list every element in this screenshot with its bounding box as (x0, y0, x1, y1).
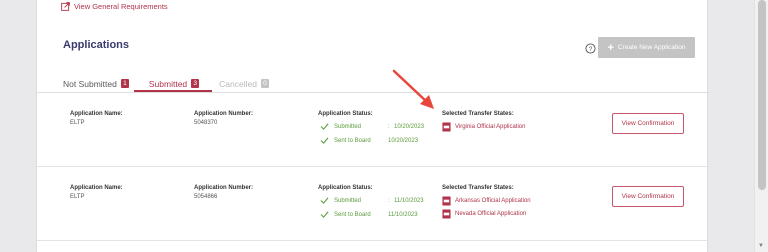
scroll-down-arrow-icon[interactable]: ▼ (758, 243, 764, 249)
status-label: Sent to Board (334, 137, 371, 144)
status-submitted: Submitted : 10/20/2023 (320, 123, 424, 130)
application-number-label: Application Number: (194, 185, 254, 191)
plus-icon: + (607, 41, 614, 54)
count-badge: 3 (191, 79, 200, 88)
application-name-value: ELTP (70, 194, 85, 200)
view-general-requirements-link[interactable]: View General Requirements (61, 2, 168, 11)
svg-text:?: ? (589, 46, 593, 53)
application-number-value: 5054866 (194, 194, 218, 200)
application-number-value: 5048370 (194, 120, 218, 126)
application-tabs: Not Submitted 1 Submitted 3 Cancelled 0 (63, 76, 289, 91)
status-label: Submitted (334, 197, 362, 204)
state-application-label: Virginia Official Application (455, 124, 526, 130)
count-badge: 0 (260, 79, 269, 88)
view-confirmation-button[interactable]: View Confirmation (612, 113, 684, 134)
view-confirmation-button[interactable]: View Confirmation (612, 186, 684, 207)
application-name-value: ELTP (70, 120, 85, 126)
status-date: 10/20/2023 (388, 137, 419, 144)
help-icon[interactable]: ? (585, 43, 596, 54)
create-new-application-label: Create New Application (617, 44, 686, 51)
status-date: 11/10/2023 (394, 197, 424, 204)
tab-label: Submitted (148, 78, 188, 89)
status-date: 10/20/2023 (394, 123, 425, 130)
row-divider (37, 166, 709, 167)
page-title: Applications (63, 39, 130, 51)
tab-divider (37, 92, 709, 93)
create-new-application-button[interactable]: + Create New Application (598, 37, 695, 58)
application-number-label: Application Number: (194, 111, 254, 117)
state-application-link[interactable]: Nevada Official Application (442, 209, 526, 219)
status-label: Submitted (334, 123, 362, 130)
pdf-icon (442, 209, 451, 219)
tab-label: Cancelled (219, 78, 257, 89)
state-application-link[interactable]: Arkansas Official Application (442, 196, 531, 206)
view-general-requirements-label: View General Requirements (74, 2, 168, 11)
state-application-label: Nevada Official Application (455, 211, 527, 217)
status-sent-to-board: Sent to Board 11/10/2023 (320, 211, 418, 218)
check-icon (320, 123, 329, 130)
tab-not-submitted[interactable]: Not Submitted 1 (63, 76, 129, 91)
row-divider (37, 240, 709, 241)
check-icon (320, 137, 329, 144)
status-submitted: Submitted : 11/10/2023 (320, 197, 424, 204)
pdf-icon (442, 196, 451, 206)
state-application-label: Arkansas Official Application (455, 198, 531, 204)
tab-label: Not Submitted (63, 78, 117, 89)
applications-panel: View General Requirements Applications ?… (36, 0, 709, 252)
tab-submitted[interactable]: Submitted 3 (148, 76, 200, 91)
vertical-scrollbar[interactable]: ▼ (754, 0, 768, 252)
check-icon (320, 211, 329, 218)
application-status-label: Application Status: (318, 111, 373, 117)
transfer-states-label: Selected Transfer States: (442, 185, 514, 191)
application-name-label: Application Name: (70, 185, 123, 191)
scrollbar-thumb[interactable] (758, 0, 766, 190)
status-date: 11/10/2023 (388, 211, 418, 218)
application-status-label: Application Status: (318, 185, 373, 191)
count-badge: 1 (120, 79, 129, 88)
application-name-label: Application Name: (70, 111, 123, 117)
status-sent-to-board: Sent to Board 10/20/2023 (320, 137, 418, 144)
check-icon (320, 197, 329, 204)
state-application-link[interactable]: Virginia Official Application (442, 122, 526, 132)
tab-cancelled[interactable]: Cancelled 0 (219, 76, 269, 91)
transfer-states-label: Selected Transfer States: (442, 111, 514, 117)
pdf-icon (442, 122, 451, 132)
status-label: Sent to Board (334, 211, 371, 218)
external-link-icon (61, 2, 70, 11)
